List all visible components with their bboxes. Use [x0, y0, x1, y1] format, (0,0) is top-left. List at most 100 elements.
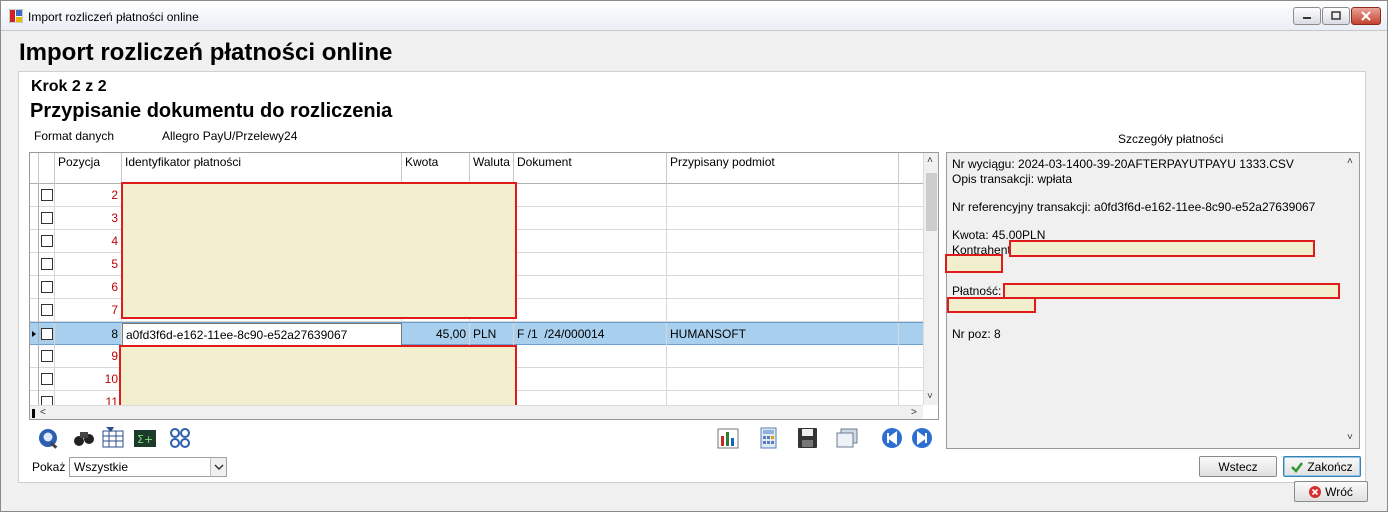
checkbox-header: [39, 153, 55, 184]
grid-vertical-scrollbar[interactable]: ˄ ˅: [923, 153, 938, 405]
calculator-icon[interactable]: [757, 427, 781, 449]
filter-label: Pokaż: [32, 460, 66, 474]
details-vertical-scrollbar[interactable]: ˄ ˅: [1344, 153, 1359, 448]
maximize-button[interactable]: [1322, 7, 1350, 25]
search-doc-icon[interactable]: [37, 427, 61, 449]
filter-grid-icon[interactable]: [102, 427, 126, 449]
row-checkbox-cell[interactable]: [39, 299, 55, 322]
redacted-area: [121, 182, 517, 319]
row-checkbox[interactable]: [41, 328, 53, 340]
chart-icon[interactable]: [717, 427, 741, 449]
details-platnosc: Płatność:: [952, 284, 1002, 298]
row-checkbox-cell[interactable]: [39, 276, 55, 299]
row-indicator: [30, 345, 39, 368]
scroll-left-icon[interactable]: <: [40, 407, 46, 418]
row-dokument: [514, 230, 667, 253]
column-header-pozycja[interactable]: Pozycja: [55, 153, 122, 184]
first-record-icon[interactable]: [880, 427, 904, 449]
row-dokument[interactable]: F /1 /24/000014: [514, 323, 667, 346]
row-checkbox-cell[interactable]: [39, 184, 55, 207]
details-nr-ref: Nr referencyjny transakcji: a0fd3f6d-e16…: [952, 200, 1316, 214]
filter-selected-value: Wszystkie: [74, 460, 128, 474]
grid-horizontal-scrollbar[interactable]: < >: [30, 405, 923, 419]
window-title: Import rozliczeń płatności online: [28, 10, 199, 24]
grid-toolbar: Σ+: [29, 422, 939, 454]
row-indicator: [30, 184, 39, 207]
row-indicator: [30, 230, 39, 253]
save-icon[interactable]: [796, 427, 820, 449]
row-checkbox-cell[interactable]: [39, 207, 55, 230]
return-button[interactable]: Wróć: [1294, 481, 1368, 502]
export-icon[interactable]: [835, 427, 859, 449]
row-checkbox-cell[interactable]: [39, 368, 55, 391]
title-bar: Import rozliczeń płatności online: [1, 1, 1387, 31]
row-waluta: PLN: [470, 323, 514, 346]
redacted-area: [945, 254, 1003, 273]
row-dokument: [514, 184, 667, 207]
scroll-up-icon[interactable]: ˄: [1347, 156, 1353, 167]
binoculars-icon[interactable]: [72, 427, 96, 449]
redacted-area: [1009, 240, 1315, 257]
row-checkbox[interactable]: [41, 258, 53, 270]
row-podmiot: [667, 276, 899, 299]
scroll-right-icon[interactable]: >: [911, 407, 917, 418]
filter-select[interactable]: Wszystkie: [69, 457, 227, 477]
row-identyfikator-editor[interactable]: a0fd3f6d-e162-11ee-8c90-e52a27639067: [122, 323, 402, 346]
format-label: Format danych: [34, 129, 115, 143]
row-checkbox[interactable]: [41, 373, 53, 385]
row-checkbox-cell[interactable]: [39, 323, 55, 346]
column-header-podmiot[interactable]: Przypisany podmiot: [667, 153, 899, 184]
redacted-area: [1003, 283, 1340, 299]
row-podmiot: [667, 230, 899, 253]
sum-icon[interactable]: Σ+: [133, 427, 157, 449]
row-checkbox[interactable]: [41, 350, 53, 362]
column-header-identyfikator[interactable]: Identyfikator płatności: [122, 153, 402, 184]
row-checkbox[interactable]: [41, 235, 53, 247]
column-header-dokument[interactable]: Dokument: [514, 153, 667, 184]
link-icon[interactable]: [169, 427, 193, 449]
column-header-waluta[interactable]: Waluta: [470, 153, 514, 184]
minimize-icon: [1303, 17, 1311, 19]
row-podmiot[interactable]: HUMANSOFT: [667, 323, 899, 346]
row-dokument: [514, 345, 667, 368]
row-pozycja: 7: [55, 299, 122, 322]
finish-button[interactable]: Zakończ: [1283, 456, 1361, 477]
chevron-down-icon[interactable]: [210, 458, 226, 476]
payment-details-panel: Nr wyciągu: 2024-03-1400-39-20AFTERPAYUT…: [945, 152, 1360, 449]
vertical-scroll-thumb[interactable]: [926, 173, 937, 231]
close-button[interactable]: [1351, 7, 1381, 25]
column-header-kwota[interactable]: Kwota: [402, 153, 470, 184]
row-indicator: [30, 299, 39, 322]
minimize-button[interactable]: [1293, 7, 1321, 25]
format-value: Allegro PayU/Przelewy24: [162, 129, 298, 143]
row-checkbox[interactable]: [41, 281, 53, 293]
row-checkbox-cell[interactable]: [39, 253, 55, 276]
row-indicator: [30, 368, 39, 391]
next-record-icon[interactable]: [910, 427, 934, 449]
payments-grid[interactable]: Pozycja Identyfikator płatności Kwota Wa…: [29, 152, 939, 420]
scroll-down-icon[interactable]: ˅: [1347, 432, 1353, 443]
row-checkbox-cell[interactable]: [39, 230, 55, 253]
row-checkbox-cell[interactable]: [39, 345, 55, 368]
table-row-selected[interactable]: 8 a0fd3f6d-e162-11ee-8c90-e52a27639067 4…: [30, 322, 923, 346]
row-dokument: [514, 299, 667, 322]
scroll-up-icon[interactable]: ˄: [927, 155, 933, 166]
row-podmiot: [667, 299, 899, 322]
row-indicator: [30, 253, 39, 276]
indicator-header: [30, 153, 39, 184]
back-button[interactable]: Wstecz: [1199, 456, 1277, 477]
row-checkbox[interactable]: [41, 189, 53, 201]
svg-text:Σ+: Σ+: [137, 433, 153, 446]
restore-icon: [1331, 11, 1341, 20]
back-button-label: Wstecz: [1218, 460, 1258, 474]
horizontal-scroll-thumb[interactable]: [32, 409, 35, 418]
scroll-down-icon[interactable]: ˅: [927, 391, 933, 402]
details-opis: Opis transakcji: wpłata: [952, 172, 1073, 186]
row-pozycja: 9: [55, 345, 122, 368]
row-indicator: [30, 207, 39, 230]
row-checkbox[interactable]: [41, 212, 53, 224]
row-dokument: [514, 207, 667, 230]
redacted-area: [947, 297, 1036, 313]
row-podmiot: [667, 184, 899, 207]
row-checkbox[interactable]: [41, 304, 53, 316]
